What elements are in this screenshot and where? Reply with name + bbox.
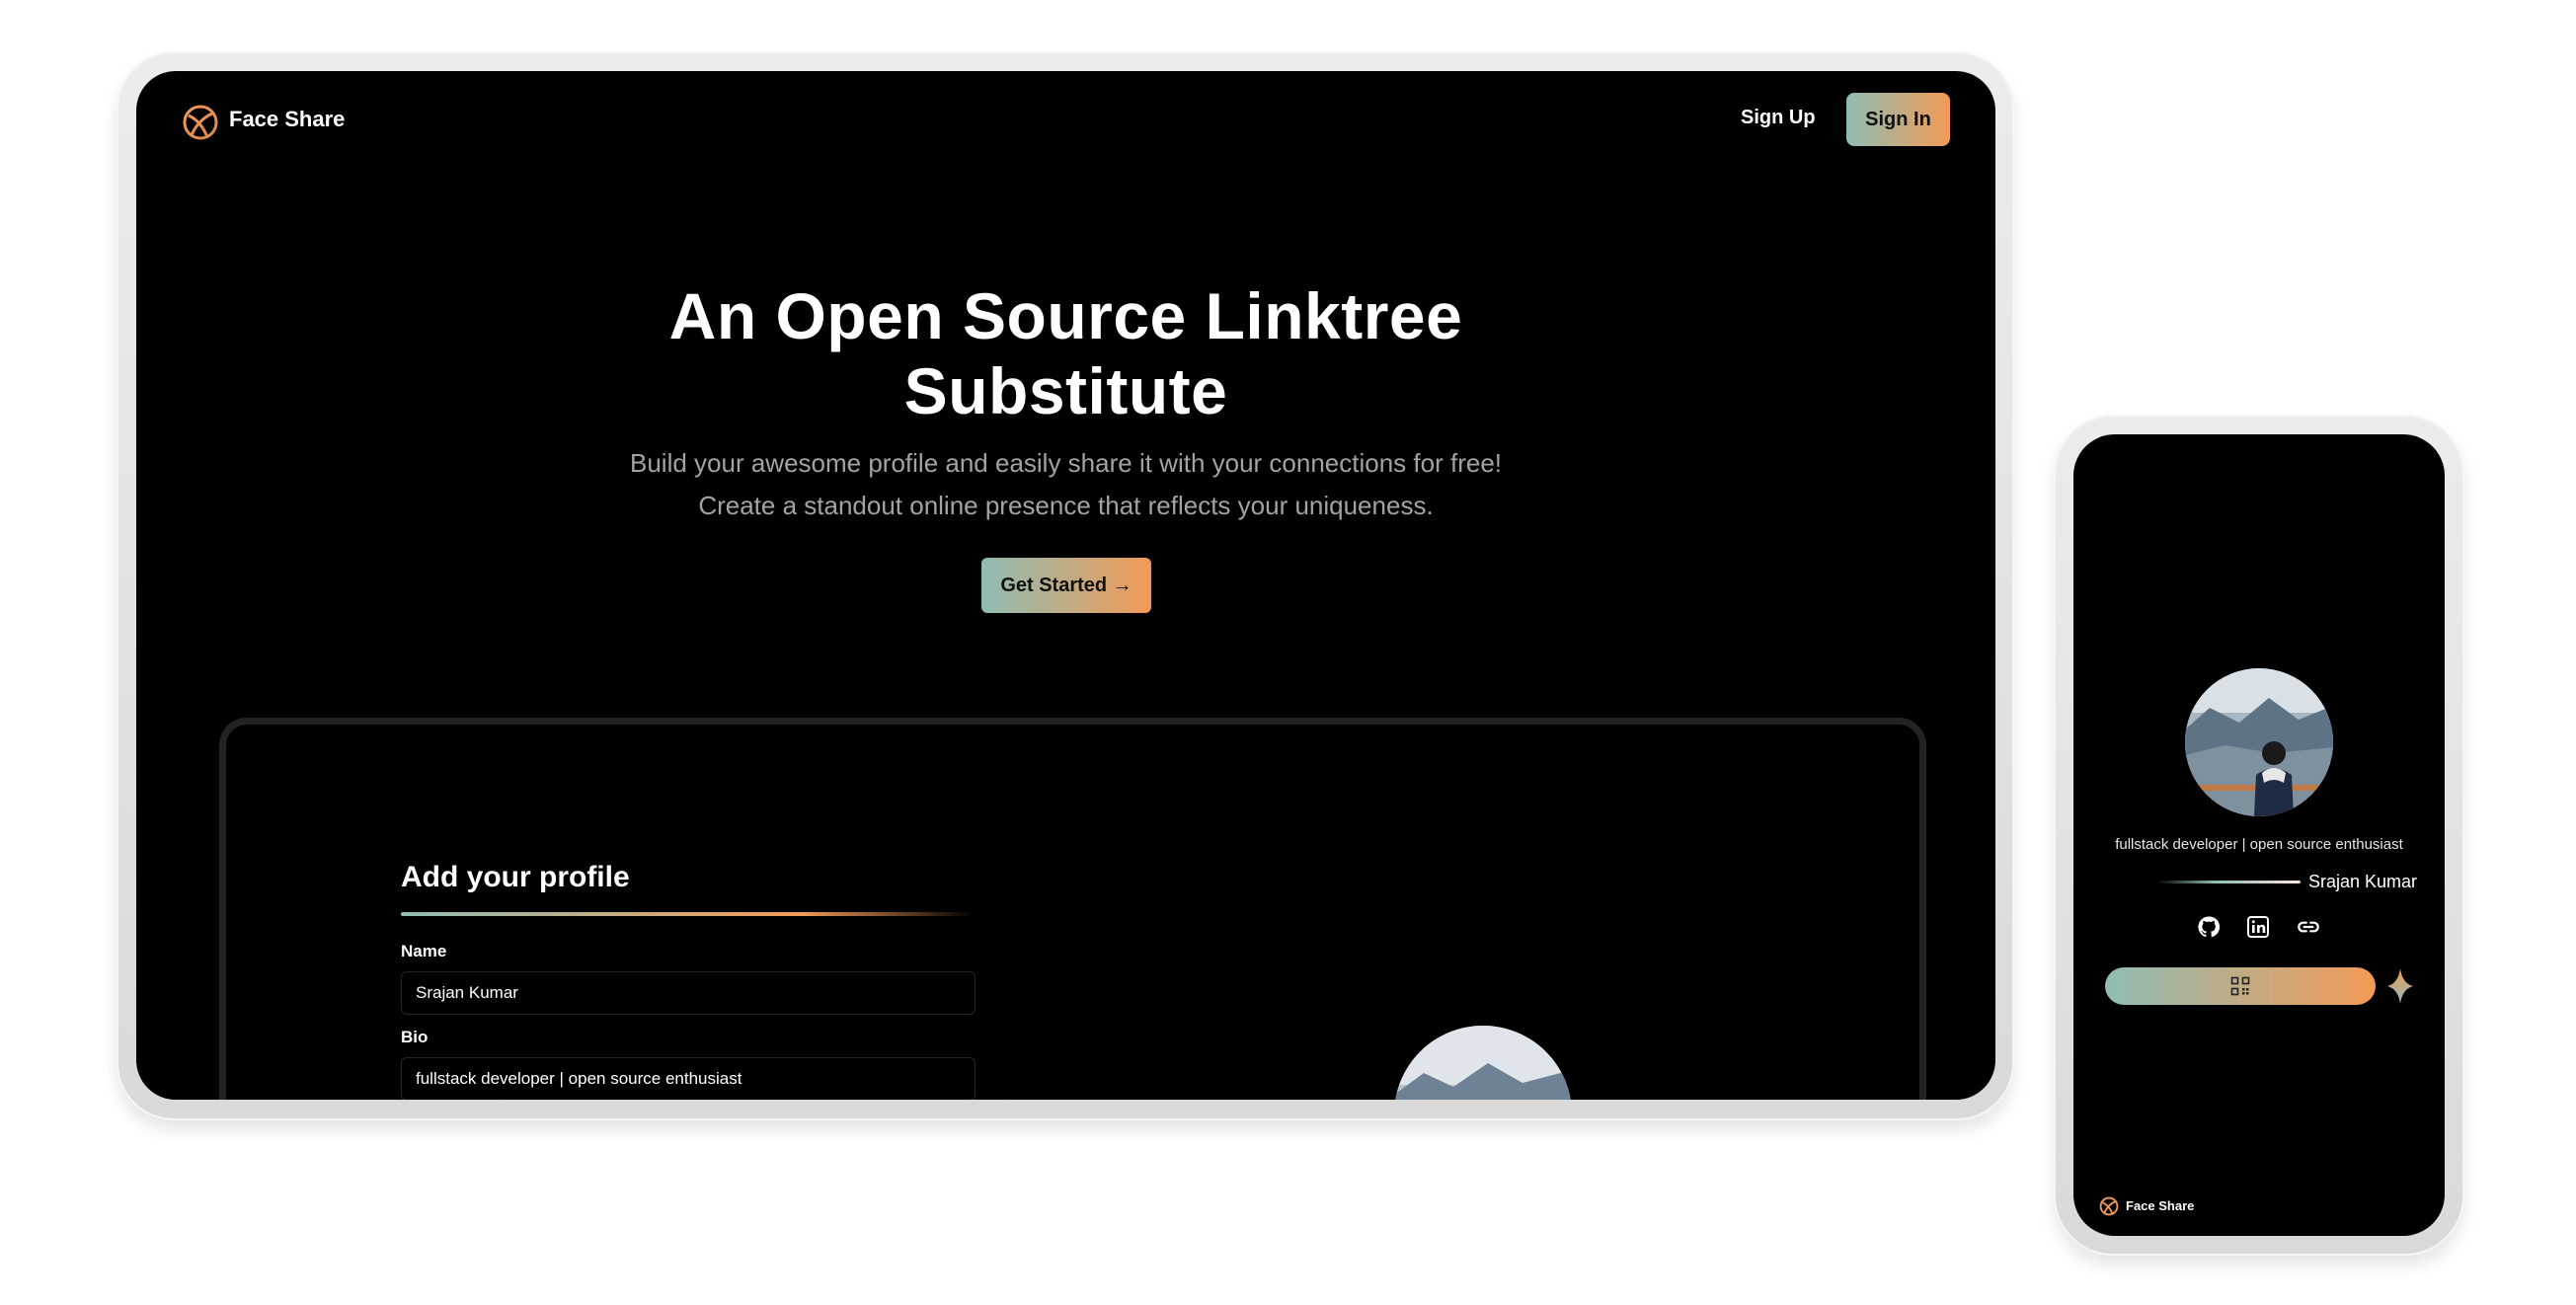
linkedin-icon[interactable]	[2244, 913, 2272, 941]
bio-label: Bio	[401, 1028, 429, 1046]
get-started-button[interactable]: Get Started →	[981, 558, 1151, 613]
name-label: Name	[401, 942, 447, 960]
link-icon[interactable]	[2295, 913, 2322, 941]
hero-title-line2: Substitute	[903, 354, 1228, 427]
name-divider-line	[2157, 881, 2301, 883]
sign-in-button[interactable]: Sign In	[1846, 93, 1950, 146]
form-title: Add your profile	[401, 861, 630, 893]
sparkle-icon[interactable]	[2385, 966, 2415, 1006]
sign-up-link[interactable]: Sign Up	[1741, 107, 1816, 129]
github-icon[interactable]	[2195, 913, 2223, 941]
hero-title: An Open Source Linktree Substitute	[136, 278, 1995, 428]
phone-brand-name: Face Share	[2126, 1198, 2195, 1213]
phone-name: Srajan Kumar	[2308, 872, 2418, 891]
brand-name[interactable]: Face Share	[229, 107, 345, 132]
hero-title-line1: An Open Source Linktree	[668, 279, 1463, 352]
preview-avatar	[1394, 1026, 1572, 1100]
form-title-underline	[401, 912, 974, 916]
profile-avatar	[2185, 668, 2333, 816]
hero-subtitle-line1: Build your awesome profile and easily sh…	[630, 448, 1502, 478]
phone-bio: fullstack developer | open source enthus…	[2115, 836, 2403, 853]
name-input[interactable]	[401, 971, 976, 1015]
desktop-screen: Face Share Sign Up Sign In An Open Sourc…	[136, 71, 1995, 1100]
qr-code-button[interactable]	[2105, 967, 2376, 1005]
hero-subtitle-line2: Create a standout online presence that r…	[698, 491, 1434, 520]
logo-icon[interactable]	[182, 104, 219, 141]
bio-input[interactable]	[401, 1057, 976, 1100]
qr-code-icon	[2230, 976, 2250, 996]
phone-logo-icon	[2099, 1196, 2119, 1216]
phone-screen: fullstack developer | open source enthus…	[2073, 434, 2445, 1236]
profile-preview-panel: Add your profile Name Bio	[219, 718, 1926, 1100]
